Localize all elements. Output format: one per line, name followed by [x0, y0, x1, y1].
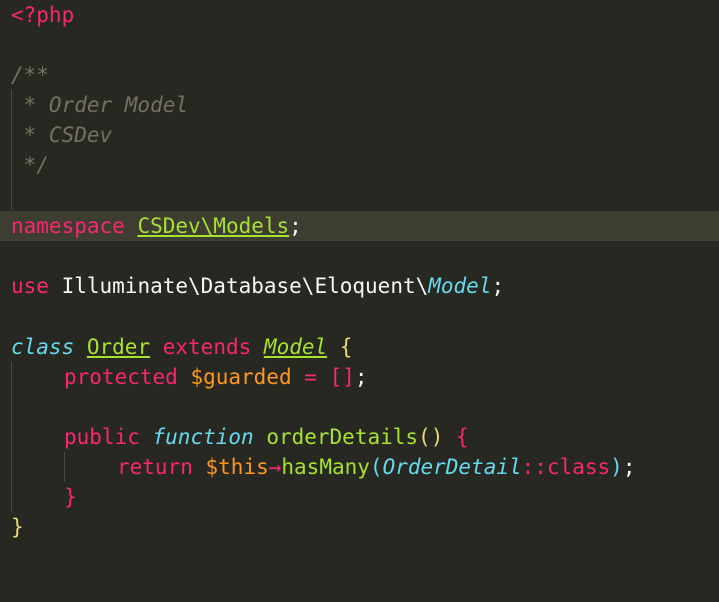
code-line [0, 392, 719, 422]
function-keyword: function [152, 425, 254, 449]
scope-operator: :: [521, 455, 547, 479]
semicolon: ; [622, 455, 636, 479]
doc-comment-line: * Order Model [11, 93, 189, 117]
use-class: Model [428, 274, 492, 298]
open-bracket: [ [329, 365, 343, 389]
code-line: * Order Model [0, 90, 719, 120]
semicolon: ; [289, 214, 302, 238]
use-path: Illuminate\Database\Eloquent\ [61, 274, 429, 298]
namespace-keyword: namespace [11, 214, 125, 238]
code-line: protected $guarded = []; [0, 362, 719, 392]
close-paren: ) [610, 455, 623, 479]
code-line: */ [0, 150, 719, 180]
code-line: <?php [0, 0, 719, 30]
assign-operator: = [304, 365, 317, 389]
doc-comment-line: * CSDev [11, 123, 113, 147]
code-line [0, 180, 719, 210]
use-keyword: use [11, 274, 49, 298]
parent-class: Model [263, 335, 328, 359]
class-keyword: class [11, 335, 75, 359]
doc-comment-open: /** [11, 63, 49, 87]
extends-keyword: extends [162, 335, 252, 359]
php-open-tag: <?php [11, 3, 75, 27]
function-parens: () [418, 425, 444, 449]
code-line: class Order extends Model { [0, 332, 719, 362]
code-line: public function orderDetails() { [0, 422, 719, 452]
code-line: use Illuminate\Database\Eloquent\Model; [0, 271, 719, 301]
code-line: } [0, 482, 719, 512]
method-call: hasMany [281, 455, 370, 479]
function-open-brace: { [456, 425, 469, 449]
close-bracket: ] [342, 365, 355, 389]
indent-guide [64, 452, 65, 482]
this-variable: $this [205, 455, 269, 479]
class-close-brace: } [11, 515, 24, 539]
return-keyword: return [117, 455, 193, 479]
indent-guide [11, 452, 12, 482]
indent-guide [11, 180, 12, 210]
arrow-operator: → [268, 455, 282, 479]
protected-keyword: protected [64, 365, 178, 389]
code-line: * CSDev [0, 120, 719, 150]
code-editor[interactable]: <?php /** * Order Model * CSDev */ names… [0, 0, 719, 558]
indent-guide [11, 482, 12, 512]
current-line[interactable]: namespace CSDev\Models; [0, 211, 719, 241]
semicolon: ; [491, 274, 505, 298]
class-constant: class [546, 455, 611, 479]
guarded-variable: $guarded [190, 365, 292, 389]
code-line: return $this→hasMany(OrderDetail::class)… [0, 452, 719, 482]
public-keyword: public [64, 425, 140, 449]
code-line: /** [0, 60, 719, 90]
class-name: Order [86, 335, 151, 359]
indent-guide [11, 362, 12, 392]
indent-guide [11, 422, 12, 452]
doc-comment-close: */ [11, 153, 49, 177]
class-open-brace: { [339, 335, 353, 359]
indent-guide [11, 392, 12, 422]
function-close-brace: } [64, 485, 77, 509]
function-name: orderDetails [266, 425, 419, 449]
code-line: } [0, 512, 719, 542]
semicolon: ; [354, 365, 368, 389]
argument-class: OrderDetail [382, 455, 522, 479]
namespace-name: CSDev\Models [137, 214, 290, 238]
open-paren: ( [369, 455, 383, 479]
